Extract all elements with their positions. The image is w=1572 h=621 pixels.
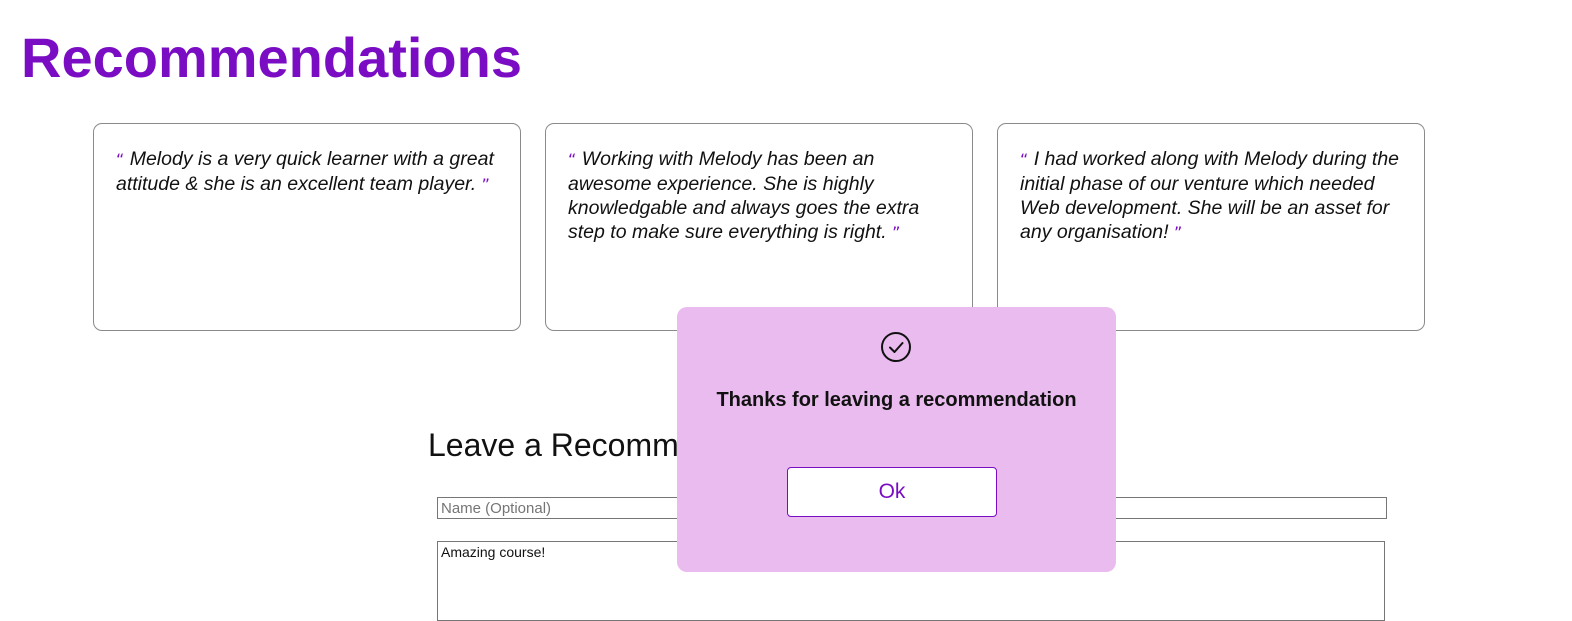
- close-quote-icon: ”: [481, 175, 490, 194]
- page-title: Recommendations: [21, 26, 522, 89]
- open-quote-icon: “: [1020, 150, 1029, 169]
- recommendation-text: Melody is a very quick learner with a gr…: [116, 148, 494, 195]
- modal-message: Thanks for leaving a recommendation: [716, 389, 1077, 411]
- recommendation-card: “ Melody is a very quick learner with a …: [93, 123, 521, 331]
- recommendation-card: “ Working with Melody has been an awesom…: [545, 123, 973, 331]
- recommendation-text: Working with Melody has been an awesome …: [568, 148, 920, 243]
- recommendation-quote: “ I had worked along with Melody during …: [1020, 147, 1402, 245]
- recommendation-card: “ I had worked along with Melody during …: [997, 123, 1425, 331]
- close-quote-icon: ”: [1173, 223, 1183, 242]
- recommendation-quote: “ Melody is a very quick learner with a …: [116, 147, 498, 197]
- recommendation-quote: “ Working with Melody has been an awesom…: [568, 147, 950, 245]
- recommendation-text: I had worked along with Melody during th…: [1020, 148, 1400, 243]
- confirmation-modal: Thanks for leaving a recommendation Ok: [677, 307, 1116, 572]
- check-circle-icon: [881, 332, 911, 362]
- close-quote-icon: ”: [892, 223, 901, 242]
- open-quote-icon: “: [568, 150, 577, 169]
- ok-button[interactable]: Ok: [787, 467, 997, 517]
- open-quote-icon: “: [116, 150, 125, 169]
